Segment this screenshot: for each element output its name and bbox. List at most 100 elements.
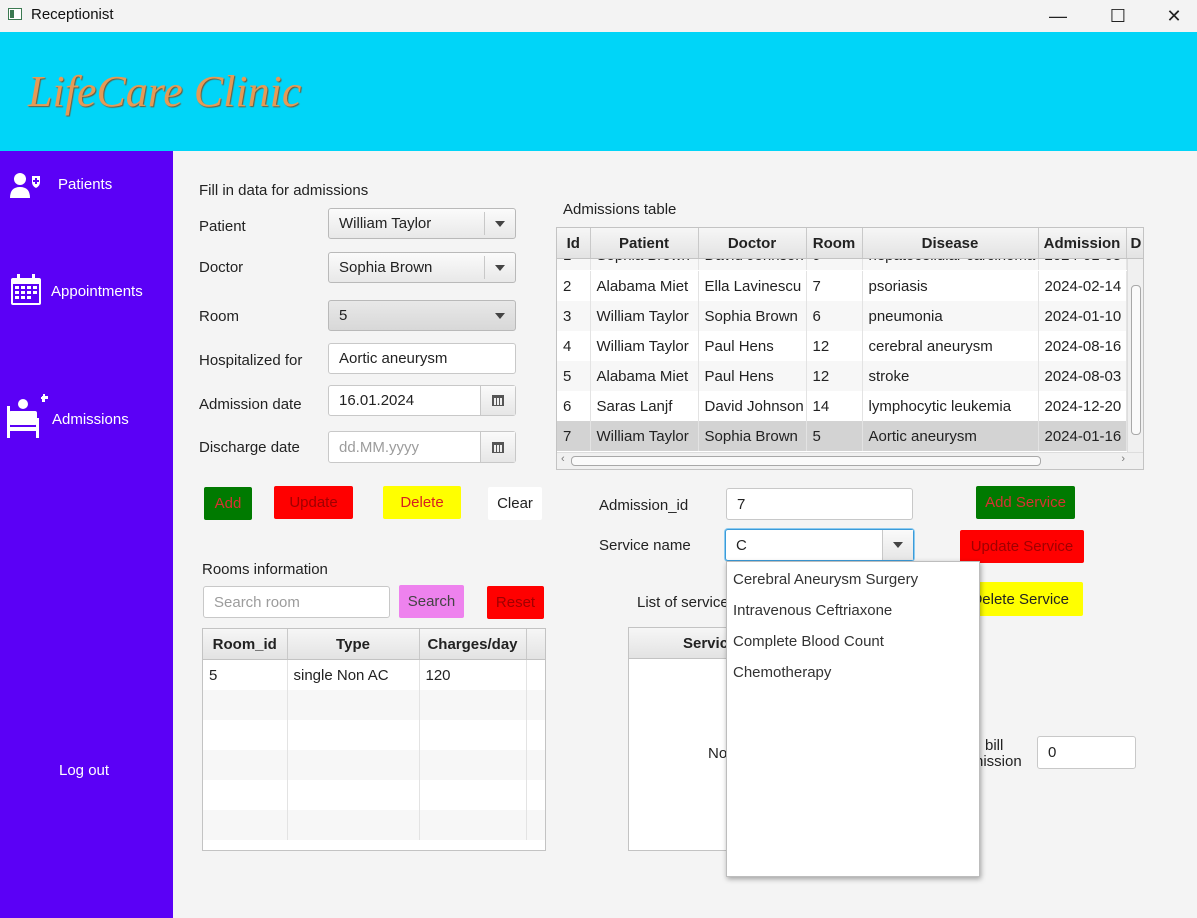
add-button[interactable]: Add — [204, 487, 252, 520]
sidebar-item-admissions[interactable]: Admissions — [6, 394, 170, 440]
table-cell: 2024-02-14 — [1038, 271, 1127, 301]
bill-input[interactable]: 0 — [1037, 736, 1136, 769]
doctor-combobox[interactable]: Sophia Brown — [328, 252, 516, 283]
patient-value: William Taylor — [339, 215, 432, 232]
scrollbar-thumb[interactable] — [571, 456, 1041, 466]
table-row[interactable] — [203, 720, 545, 750]
sidebar-item-label: Admissions — [52, 411, 129, 428]
table-cell — [287, 780, 420, 810]
delete-button[interactable]: Delete — [383, 486, 461, 519]
maximize-button[interactable]: ☐ — [1095, 0, 1141, 32]
column-header[interactable]: Doctor — [698, 228, 807, 259]
search-button[interactable]: Search — [399, 585, 464, 618]
column-header[interactable]: Id — [557, 228, 591, 259]
update-button[interactable]: Update — [274, 486, 353, 519]
search-room-placeholder: Search room — [214, 593, 300, 611]
admission-date-picker[interactable]: 16.01.2024 — [328, 385, 516, 416]
table-cell — [526, 780, 545, 810]
table-cell: cerebral aneurysm — [862, 331, 1039, 361]
add-service-button[interactable]: Add Service — [976, 486, 1075, 519]
table-row[interactable]: 7 William Taylor Sophia Brown 5 Aortic aneur… — [557, 421, 1129, 451]
table-cell — [526, 750, 545, 780]
table-cell: psoriasis — [862, 271, 1039, 301]
column-header[interactable]: Room — [806, 228, 863, 259]
table-cell — [287, 720, 420, 750]
table-row[interactable]: 5 single Non AC 120 — [203, 659, 545, 690]
update-service-button[interactable]: Update Service — [960, 530, 1084, 563]
table-row[interactable] — [203, 690, 545, 720]
table-cell: David Johnson — [698, 391, 807, 421]
dropdown-button[interactable] — [882, 530, 913, 560]
table-cell: 12 — [806, 361, 863, 391]
discharge-date-label: Discharge date — [199, 439, 300, 456]
sidebar-item-patients[interactable]: Patients — [10, 170, 170, 200]
table-cell: Alabama Miet — [590, 361, 699, 391]
column-header[interactable]: Disease — [862, 228, 1039, 259]
table-cell: 5 — [557, 361, 591, 391]
admissions-table[interactable]: Id Patient Doctor Room Disease Admission… — [556, 227, 1144, 470]
table-cell: Ella Lavinescu — [698, 271, 807, 301]
scrollbar-thumb[interactable] — [1131, 285, 1141, 435]
service-name-label: Service name — [599, 537, 691, 554]
hospital-bed-icon — [7, 394, 48, 438]
service-list-table[interactable]: Servic No — [628, 627, 738, 851]
logout-button[interactable]: Log out — [59, 762, 109, 779]
table-cell: Saras Lanjf — [590, 391, 699, 421]
table-row[interactable] — [203, 810, 545, 840]
column-header[interactable]: Admission — [1038, 228, 1127, 259]
table-cell: Paul Hens — [698, 361, 807, 391]
table-row[interactable]: 5 Alabama Miet Paul Hens 12 stroke 2024-08-03 — [557, 361, 1129, 391]
clear-button[interactable]: Clear — [488, 487, 542, 520]
column-header[interactable]: D — [1126, 228, 1143, 259]
table-cell: 5 — [806, 421, 863, 451]
column-header[interactable]: Type — [287, 629, 420, 660]
column-header[interactable]: Room_id — [203, 629, 288, 660]
table-cell: David Johnson — [698, 259, 807, 270]
empty-table-text: No — [708, 745, 728, 762]
table-cell — [287, 750, 420, 780]
dropdown-option[interactable]: Chemotherapy — [727, 657, 979, 688]
table-row[interactable]: 6 Saras Lanjf David Johnson 14 lymphocytic l… — [557, 391, 1129, 421]
reset-button[interactable]: Reset — [487, 586, 544, 619]
search-room-input[interactable]: Search room — [203, 586, 390, 618]
service-name-combobox[interactable]: C — [725, 529, 914, 561]
column-header[interactable]: Servic — [629, 628, 737, 659]
table-row[interactable]: 2 Alabama Miet Ella Lavinescu 7 psoriasis 202… — [557, 271, 1129, 301]
rooms-table[interactable]: Room_id Type Charges/day 5 single Non AC 1… — [202, 628, 546, 851]
dropdown-option[interactable]: Complete Blood Count — [727, 626, 979, 657]
calendar-button[interactable] — [480, 432, 515, 462]
close-button[interactable]: ✕ — [1151, 0, 1197, 32]
service-dropdown-list[interactable]: Cerebral Aneurysm Surgery Intravenous Cef… — [726, 561, 980, 877]
room-label: Room — [199, 308, 240, 325]
sidebar-item-appointments[interactable]: Appointments — [10, 274, 170, 308]
table-row[interactable]: 3 William Taylor Sophia Brown 6 pneumonia 202… — [557, 301, 1129, 331]
calendar-button[interactable] — [480, 386, 515, 415]
patient-combobox[interactable]: William Taylor — [328, 208, 516, 239]
app-icon — [8, 8, 22, 20]
table-cell: 7 — [806, 271, 863, 301]
table-row[interactable] — [203, 780, 545, 810]
table-cell — [203, 780, 288, 810]
hospitalized-input[interactable]: Aortic aneurysm — [328, 343, 516, 374]
vertical-scrollbar[interactable] — [1127, 259, 1143, 454]
table-cell: 9 — [806, 259, 863, 270]
table-row[interactable]: 4 William Taylor Paul Hens 12 cerebral aneur… — [557, 331, 1129, 361]
clinic-logo: LifeCare Clinic — [28, 67, 302, 116]
minimize-button[interactable]: — — [1035, 0, 1081, 32]
column-header[interactable]: Charges/day — [419, 629, 527, 660]
table-cell: hepatocellular carcinoma — [862, 259, 1039, 270]
table-cell: 2024-12-20 — [1038, 391, 1127, 421]
table-row[interactable] — [203, 750, 545, 780]
column-header[interactable]: Patient — [590, 228, 699, 259]
scroll-right-icon[interactable]: › — [1121, 453, 1125, 465]
dropdown-option[interactable]: Intravenous Ceftriaxone — [727, 595, 979, 626]
table-row-partial[interactable]: 1 Sophia Brown David Johnson 9 hepatocel… — [557, 259, 1129, 271]
scroll-left-icon[interactable]: ‹ — [561, 453, 565, 465]
horizontal-scrollbar[interactable]: ‹ › — [557, 452, 1143, 469]
admission-id-input[interactable]: 7 — [726, 488, 913, 520]
discharge-date-picker[interactable]: dd.MM.yyyy — [328, 431, 516, 463]
room-combobox[interactable]: 5 — [328, 300, 516, 331]
dropdown-option[interactable]: Cerebral Aneurysm Surgery — [727, 564, 979, 595]
table-cell: 2024-08-16 — [1038, 331, 1127, 361]
table-cell: 3 — [557, 301, 591, 331]
